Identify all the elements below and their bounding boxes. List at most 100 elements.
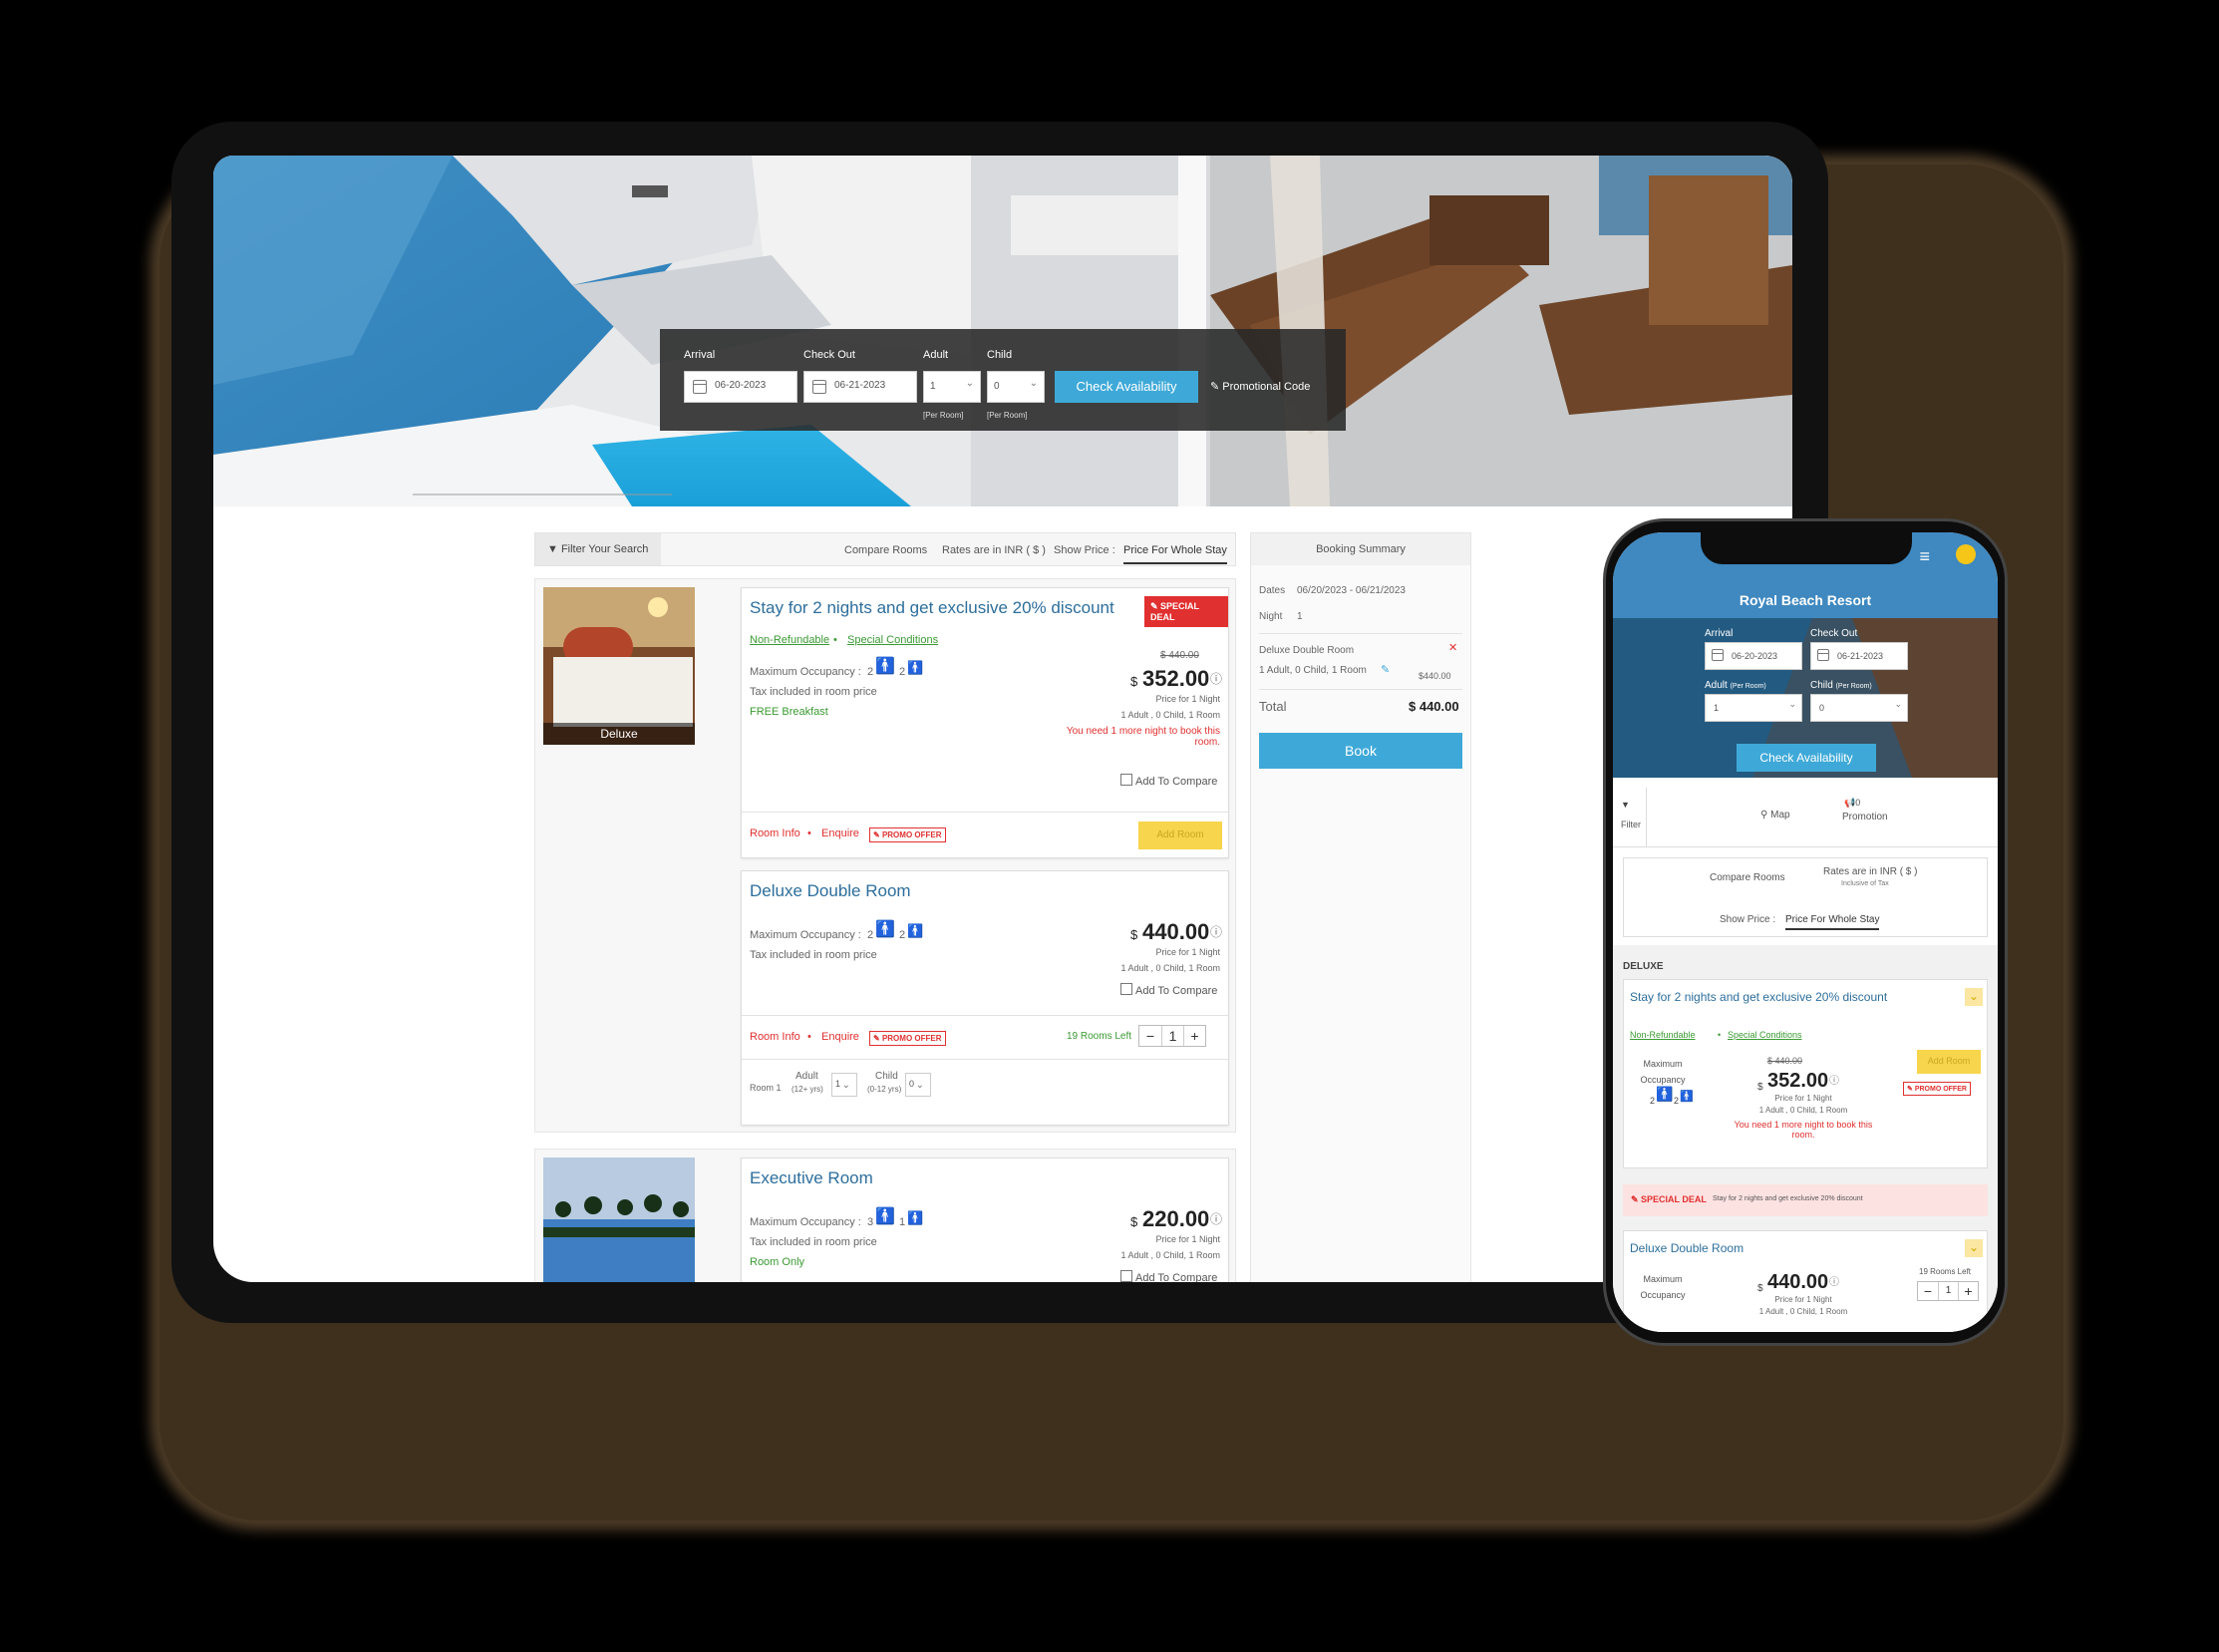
min-night-warning: You need 1 more night to book this room. — [1066, 726, 1220, 748]
phone-filter-button[interactable]: ▼ Filter — [1613, 788, 1647, 847]
separator-dot: • — [807, 1031, 811, 1043]
price-for-night: Price for 1 Night — [1155, 694, 1220, 704]
promo-offer-badge[interactable]: ✎ PROMO OFFER — [869, 1031, 946, 1046]
phone-promo-offer-badge[interactable]: ✎ PROMO OFFER — [1903, 1082, 1971, 1096]
info-icon[interactable]: ⓘ — [1210, 923, 1222, 940]
phone-adult-select[interactable]: 1 — [1705, 694, 1802, 722]
deluxe-room-photo[interactable]: Deluxe — [543, 587, 695, 745]
adult-select[interactable]: 1 — [923, 371, 981, 403]
night-label: Night — [1259, 611, 1283, 622]
phone-map-button[interactable]: ⚲ Map — [1760, 810, 1790, 821]
arrival-date-input[interactable]: 06-20-2023 — [684, 371, 797, 403]
increment-button[interactable]: + — [1958, 1282, 1978, 1300]
check-availability-button[interactable]: Check Availability — [1055, 371, 1198, 403]
summary-room-name: Deluxe Double Room — [1259, 645, 1355, 656]
filter-search-button[interactable]: ▼ Filter Your Search — [535, 533, 661, 565]
non-refundable-link[interactable]: Non-Refundable — [750, 634, 829, 646]
phone-double-price-for: Price for 1 Night — [1774, 1295, 1832, 1304]
phone-deal-text: Stay for 2 nights and get exclusive 20% … — [1713, 1195, 1863, 1202]
adult-person-icon: 🚹 — [875, 658, 895, 675]
info-icon[interactable]: ⓘ — [1829, 1273, 1839, 1288]
phone-rates: Rates are in INR ( $ ) — [1823, 866, 1918, 877]
enquire-link[interactable]: Enquire — [821, 1031, 859, 1043]
decrement-button[interactable]: − — [1139, 1026, 1161, 1046]
phone-add-room-button[interactable]: Add Room — [1917, 1050, 1981, 1074]
deluxe-double-price: 440.00 — [1142, 919, 1210, 944]
arrival-date-value: 06-20-2023 — [715, 380, 767, 391]
phone-arrival-input[interactable]: 06-20-2023 — [1705, 642, 1802, 670]
filter-icon: ▼ — [1621, 800, 1630, 810]
compare-rooms-link[interactable]: Compare Rooms — [844, 544, 927, 556]
phone-check-availability-button[interactable]: Check Availability — [1737, 744, 1876, 772]
occupancy-line: 1 Adult , 0 Child, 1 Room — [1120, 1250, 1220, 1260]
phone-map-label: Map — [1770, 810, 1790, 821]
enquire-link[interactable]: Enquire — [821, 827, 859, 839]
dates-label: Dates — [1259, 585, 1286, 596]
deluxe-double-title[interactable]: Deluxe Double Room — [750, 881, 911, 901]
adult-select-value: 1 — [930, 381, 936, 392]
phone-child-count: 2 — [1674, 1096, 1680, 1106]
phone-double-card: Deluxe Double Room ⌄ Maximum Occupancy $… — [1623, 1230, 1988, 1332]
phone-child-select[interactable]: 0 — [1810, 694, 1908, 722]
info-icon[interactable]: ⓘ — [1829, 1072, 1839, 1087]
phone-double-title[interactable]: Deluxe Double Room — [1630, 1241, 1744, 1255]
room-quantity-stepper[interactable]: − 1 + — [1138, 1025, 1206, 1047]
executive-room-photo[interactable] — [543, 1157, 695, 1282]
deluxe-offer-title[interactable]: Stay for 2 nights and get exclusive 20% … — [750, 598, 1114, 618]
info-icon[interactable]: ⓘ — [1210, 1210, 1222, 1227]
phone-section-title: DELUXE — [1623, 961, 1664, 972]
special-conditions-link[interactable]: Special Conditions — [847, 634, 938, 646]
remove-room-icon[interactable]: ✕ — [1448, 641, 1457, 654]
increment-button[interactable]: + — [1183, 1026, 1205, 1046]
phone-tab-whole-stay[interactable]: Price For Whole Stay — [1785, 914, 1880, 930]
adult-count: 2 — [867, 666, 874, 678]
search-bar: Arrival Check Out Adult Child 06-20-2023… — [660, 329, 1346, 431]
checkout-date-value: 06-21-2023 — [834, 380, 886, 391]
phone-promotion-button[interactable]: Promotion — [1842, 812, 1888, 823]
free-breakfast: FREE Breakfast — [750, 706, 828, 718]
chevron-down-icon[interactable]: ⌄ — [1965, 988, 1983, 1006]
decrement-button[interactable]: − — [1918, 1282, 1938, 1300]
chevron-down-icon[interactable]: ⌄ — [1965, 1239, 1983, 1257]
booking-summary-header: Booking Summary — [1251, 533, 1470, 565]
room-adult-select[interactable]: 1 — [831, 1073, 857, 1097]
add-to-compare-checkbox[interactable]: Add To Compare — [1120, 983, 1217, 997]
currency-symbol: $ — [1130, 674, 1138, 689]
menu-icon[interactable]: ≡ — [1919, 546, 1930, 567]
checkout-date-input[interactable]: 06-21-2023 — [803, 371, 917, 403]
quantity-value: 1 — [1161, 1026, 1183, 1046]
checkout-label: Check Out — [803, 349, 855, 361]
tag-icon: ✎ — [1210, 381, 1223, 393]
room-info-link[interactable]: Room Info — [750, 827, 800, 839]
room-info-link[interactable]: Room Info — [750, 1031, 800, 1043]
phone-offer-title[interactable]: Stay for 2 nights and get exclusive 20% … — [1630, 990, 1887, 1004]
divider — [1259, 633, 1462, 634]
phone-quantity-stepper[interactable]: − 1 + — [1917, 1281, 1979, 1301]
price-for-night: Price for 1 Night — [1155, 947, 1220, 957]
add-to-compare-checkbox[interactable]: Add To Compare — [1120, 774, 1217, 788]
child-select[interactable]: 0 — [987, 371, 1045, 403]
phone-compare-rooms[interactable]: Compare Rooms — [1710, 872, 1785, 883]
phone-special-deal-banner: ✎ SPECIAL DEAL Stay for 2 nights and get… — [1623, 1184, 1988, 1216]
calendar-icon — [1817, 649, 1829, 661]
add-to-compare-checkbox[interactable]: Add To Compare — [1120, 1270, 1217, 1282]
room-child-select[interactable]: 0 — [905, 1073, 931, 1097]
max-occupancy-label: Maximum Occupancy : — [750, 929, 861, 941]
promo-offer-badge[interactable]: ✎ PROMO OFFER — [869, 827, 946, 842]
tax-note: Tax included in room price — [750, 686, 877, 698]
phone-non-refundable[interactable]: Non-Refundable — [1630, 1030, 1696, 1040]
info-icon[interactable]: ⓘ — [1210, 670, 1222, 687]
tab-price-whole-stay[interactable]: Price For Whole Stay — [1123, 544, 1227, 564]
add-room-button[interactable]: Add Room — [1138, 822, 1222, 849]
executive-room-title[interactable]: Executive Room — [750, 1168, 873, 1188]
promotional-code-link[interactable]: ✎ Promotional Code — [1210, 380, 1310, 393]
divider — [742, 812, 1228, 813]
phone-special-conditions[interactable]: Special Conditions — [1728, 1030, 1802, 1040]
book-button[interactable]: Book — [1259, 733, 1462, 769]
tag-icon: ✎ — [1631, 1194, 1642, 1204]
phone-checkout-input[interactable]: 06-21-2023 — [1810, 642, 1908, 670]
filter-label: Filter Your Search — [560, 543, 649, 555]
brand-logo-icon — [1956, 544, 1976, 564]
edit-icon[interactable]: ✎ — [1381, 663, 1390, 676]
phone-max-occupancy: Maximum Occupancy — [1640, 1059, 1686, 1085]
